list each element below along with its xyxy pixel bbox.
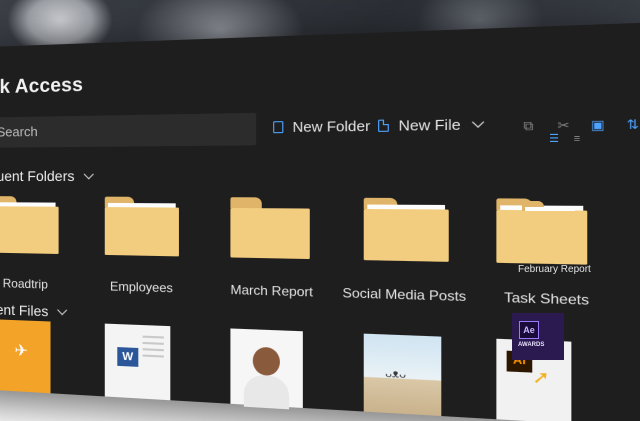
word-document-icon: W — [117, 347, 139, 367]
details-view-icon[interactable]: ≡ — [571, 133, 583, 145]
portrait-photo-icon — [252, 346, 280, 377]
recent-file-thumb[interactable]: ᴗᴥᴗ — [363, 333, 442, 417]
recent-file-thumb[interactable]: W — [104, 323, 171, 401]
folder-label: March Report — [230, 282, 313, 300]
awards-caption: AWARDS — [518, 342, 545, 348]
illustration-arrows: ➚ — [532, 367, 550, 389]
folder-icon — [522, 201, 576, 253]
document-lines — [142, 335, 164, 339]
folder-item[interactable]: Task Sheets — [0, 23, 640, 308]
folder-label: Task Sheets — [504, 289, 590, 309]
folder-icon — [363, 197, 449, 262]
rocket-icon: ✈ — [14, 342, 28, 361]
recent-file-thumb[interactable]: ✈ — [0, 319, 51, 394]
recent-files-heading[interactable]: cent Files — [0, 300, 68, 320]
chevron-down-icon — [57, 304, 68, 315]
paste-icon[interactable]: ▣ — [590, 119, 606, 133]
folder-label: February Report — [518, 264, 591, 275]
recent-file-thumb[interactable]: Ae AWARDS — [512, 313, 564, 360]
after-effects-icon: Ae — [519, 321, 539, 339]
folder-label: Social Media Posts — [342, 285, 467, 305]
folder-icon — [104, 196, 179, 257]
window-title: ck Access — [0, 74, 84, 99]
sort-icon[interactable]: ⇅ — [625, 118, 640, 132]
list-view-icon[interactable]: ☰ — [548, 133, 560, 145]
chevron-down-icon — [83, 168, 94, 179]
new-folder-button[interactable]: New Folder — [273, 118, 370, 136]
folder-item[interactable]: ka Roadtrip — [0, 23, 640, 292]
new-folder-label: New Folder — [292, 117, 371, 136]
new-file-icon — [378, 119, 389, 132]
new-file-button[interactable]: New File — [378, 116, 484, 134]
folder-icon — [230, 197, 310, 260]
chevron-down-icon[interactable] — [471, 116, 484, 128]
frequent-folders-label: quent Folders — [0, 167, 75, 185]
recent-file-thumb[interactable] — [230, 328, 303, 410]
frequent-folders-heading[interactable]: quent Folders — [0, 167, 94, 185]
folder-label: ka Roadtrip — [0, 276, 48, 292]
folder-label: Employees — [109, 278, 173, 296]
new-folder-icon — [273, 121, 284, 134]
search-input[interactable]: Search — [0, 112, 257, 148]
search-placeholder: Search — [0, 123, 38, 140]
folder-item[interactable]: March Report — [0, 23, 640, 300]
folder-icon — [0, 196, 59, 254]
new-file-label: New File — [398, 116, 461, 134]
beach-photo-icon: ᴗᴥᴗ — [385, 368, 407, 382]
folder-item[interactable]: Employees — [0, 23, 640, 296]
cut-icon[interactable]: ✂ — [556, 119, 572, 133]
recent-files-label: cent Files — [0, 300, 49, 320]
folder-item[interactable]: Social Media Posts — [0, 23, 640, 304]
portrait-body — [243, 374, 290, 410]
copy-icon[interactable]: ⧉ — [521, 120, 536, 134]
